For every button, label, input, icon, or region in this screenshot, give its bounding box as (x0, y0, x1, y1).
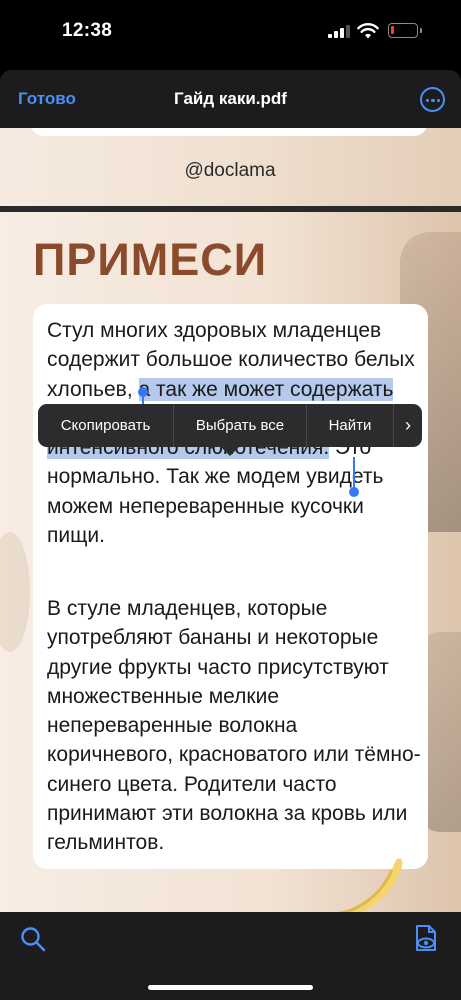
battery-low-icon (388, 23, 418, 38)
document-view-icon[interactable] (413, 924, 439, 954)
content-card: Стул многих здоровых младенцев содержит … (33, 304, 428, 869)
context-menu-pointer (221, 447, 239, 456)
home-indicator[interactable] (148, 985, 313, 990)
battery-tip (420, 28, 422, 33)
status-bar: 12:38 (0, 0, 461, 68)
selection-end-handle[interactable] (349, 457, 359, 497)
more-ellipsis-icon[interactable] (420, 87, 445, 112)
search-icon[interactable] (20, 926, 46, 952)
pdf-page: ПРИМЕСИ Стул многих здоровых младенцев с… (0, 212, 461, 918)
copy-menu-item[interactable]: Скопировать (38, 404, 174, 447)
page-card (30, 128, 428, 136)
cellular-signal-icon (328, 25, 350, 38)
author-handle: @doclama (184, 160, 276, 181)
text-context-menu: Скопировать Выбрать все Найти › (38, 404, 422, 447)
background-decoration (0, 532, 30, 652)
paragraph[interactable]: В стуле младенцев, которые употребляют б… (47, 594, 427, 858)
select-all-menu-item[interactable]: Выбрать все (174, 404, 307, 447)
pdf-page: @doclama (0, 128, 461, 206)
document-viewport[interactable]: @doclama ПРИМЕСИ Стул многих здоровых мл… (0, 128, 461, 918)
section-heading: ПРИМЕСИ (33, 234, 268, 285)
find-menu-item[interactable]: Найти (307, 404, 394, 447)
chevron-right-icon[interactable]: › (394, 404, 422, 447)
pdf-viewer-sheet: Готово Гайд каки.pdf @doclama ПРИМЕСИ Ст… (0, 70, 461, 1000)
wifi-icon (357, 23, 379, 39)
nav-bar: Готово Гайд каки.pdf (0, 70, 461, 128)
banana-icon (310, 858, 403, 918)
status-time: 12:38 (62, 20, 113, 41)
document-title: Гайд каки.pdf (174, 89, 287, 108)
